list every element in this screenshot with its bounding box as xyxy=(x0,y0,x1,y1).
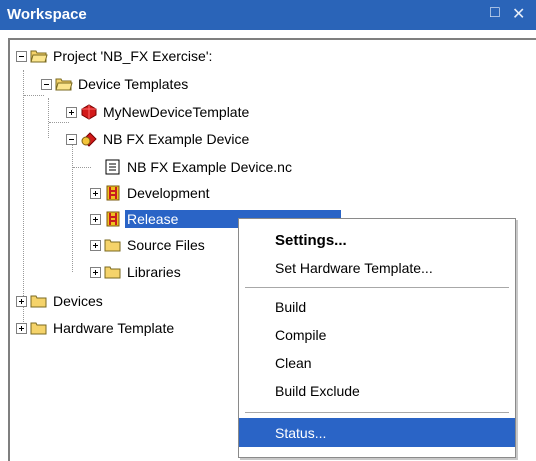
tree-item-development[interactable]: Development xyxy=(90,181,212,205)
workspace-panel: Workspace □ ✕ Project 'NB_FX Exercise': xyxy=(0,0,536,461)
menu-item-set-hardware-template[interactable]: Set Hardware Template... xyxy=(239,255,515,281)
tree-label-hardware-templates: Hardware Template xyxy=(53,320,175,336)
expand-icon[interactable] xyxy=(90,213,101,225)
expand-icon[interactable] xyxy=(90,239,101,251)
menu-item-build-exclude[interactable]: Build Exclude xyxy=(239,378,515,404)
menu-label-settings: Settings... xyxy=(275,231,347,249)
tree-item-devices[interactable]: Devices xyxy=(16,289,105,313)
tree-label-my-new-device-template: MyNewDeviceTemplate xyxy=(103,104,250,120)
expand-icon[interactable] xyxy=(90,187,101,199)
expand-icon[interactable] xyxy=(16,322,27,334)
collapse-icon[interactable] xyxy=(41,78,52,90)
red-gem-icon xyxy=(81,104,97,120)
context-menu: Settings... Set Hardware Template... Bui… xyxy=(238,218,516,458)
menu-item-status[interactable]: Status... xyxy=(239,418,515,447)
menu-item-compile[interactable]: Compile xyxy=(239,322,515,348)
tree-item-nb-fx-example-device[interactable]: NB FX Example Device xyxy=(66,127,251,151)
folder-open-icon xyxy=(30,50,48,63)
tree-label-nb-fx-example-device: NB FX Example Device xyxy=(103,131,250,147)
tree-item-project[interactable]: Project 'NB_FX Exercise': xyxy=(16,44,214,68)
tree-item-my-new-device-template[interactable]: MyNewDeviceTemplate xyxy=(66,100,251,124)
tree-item-device-templates[interactable]: Device Templates xyxy=(41,72,190,96)
menu-item-build[interactable]: Build xyxy=(239,294,515,320)
file-icon xyxy=(105,159,120,175)
folder-open-icon xyxy=(55,78,73,91)
folder-icon xyxy=(30,322,47,335)
folder-icon xyxy=(104,266,121,279)
workspace-title: Workspace xyxy=(7,6,87,23)
tree-item-libraries[interactable]: Libraries xyxy=(90,260,183,284)
tree-item-nc-file[interactable]: NB FX Example Device.nc xyxy=(104,155,294,179)
collapse-icon[interactable] xyxy=(16,50,27,62)
tree-label-development: Development xyxy=(127,185,210,201)
expand-icon[interactable] xyxy=(66,106,77,118)
menu-label-clean: Clean xyxy=(275,355,312,371)
tree-label-devices: Devices xyxy=(53,293,103,309)
tree-label-device-templates: Device Templates xyxy=(78,76,189,92)
collapse-icon[interactable] xyxy=(66,133,77,145)
menu-label-build-exclude: Build Exclude xyxy=(275,383,360,399)
restore-button[interactable]: □ xyxy=(490,4,500,22)
menu-label-compile: Compile xyxy=(275,327,327,343)
expand-icon[interactable] xyxy=(90,266,101,278)
menu-separator xyxy=(245,287,509,288)
workspace-title-bar: Workspace □ ✕ xyxy=(0,0,536,30)
ladder-config-icon xyxy=(106,185,120,201)
folder-icon xyxy=(30,295,47,308)
tree-label-project: Project 'NB_FX Exercise': xyxy=(53,48,213,64)
menu-item-clean[interactable]: Clean xyxy=(239,350,515,376)
close-button[interactable]: ✕ xyxy=(512,4,525,24)
tree-label-libraries: Libraries xyxy=(127,264,181,280)
red-device-icon xyxy=(81,132,97,147)
ladder-config-icon xyxy=(106,211,120,227)
folder-icon xyxy=(104,239,121,252)
tree-label-nc-file: NB FX Example Device.nc xyxy=(127,159,292,175)
tree-label-source-files: Source Files xyxy=(127,237,205,253)
menu-label-build: Build xyxy=(275,299,307,315)
expand-icon[interactable] xyxy=(16,295,27,307)
menu-label-set-hardware-template: Set Hardware Template... xyxy=(275,260,433,276)
tree-item-source-files[interactable]: Source Files xyxy=(90,233,207,257)
menu-separator xyxy=(245,412,509,413)
menu-label-status: Status... xyxy=(275,424,327,441)
tree-item-hardware-templates[interactable]: Hardware Template xyxy=(16,316,176,340)
menu-item-settings[interactable]: Settings... xyxy=(239,227,515,253)
